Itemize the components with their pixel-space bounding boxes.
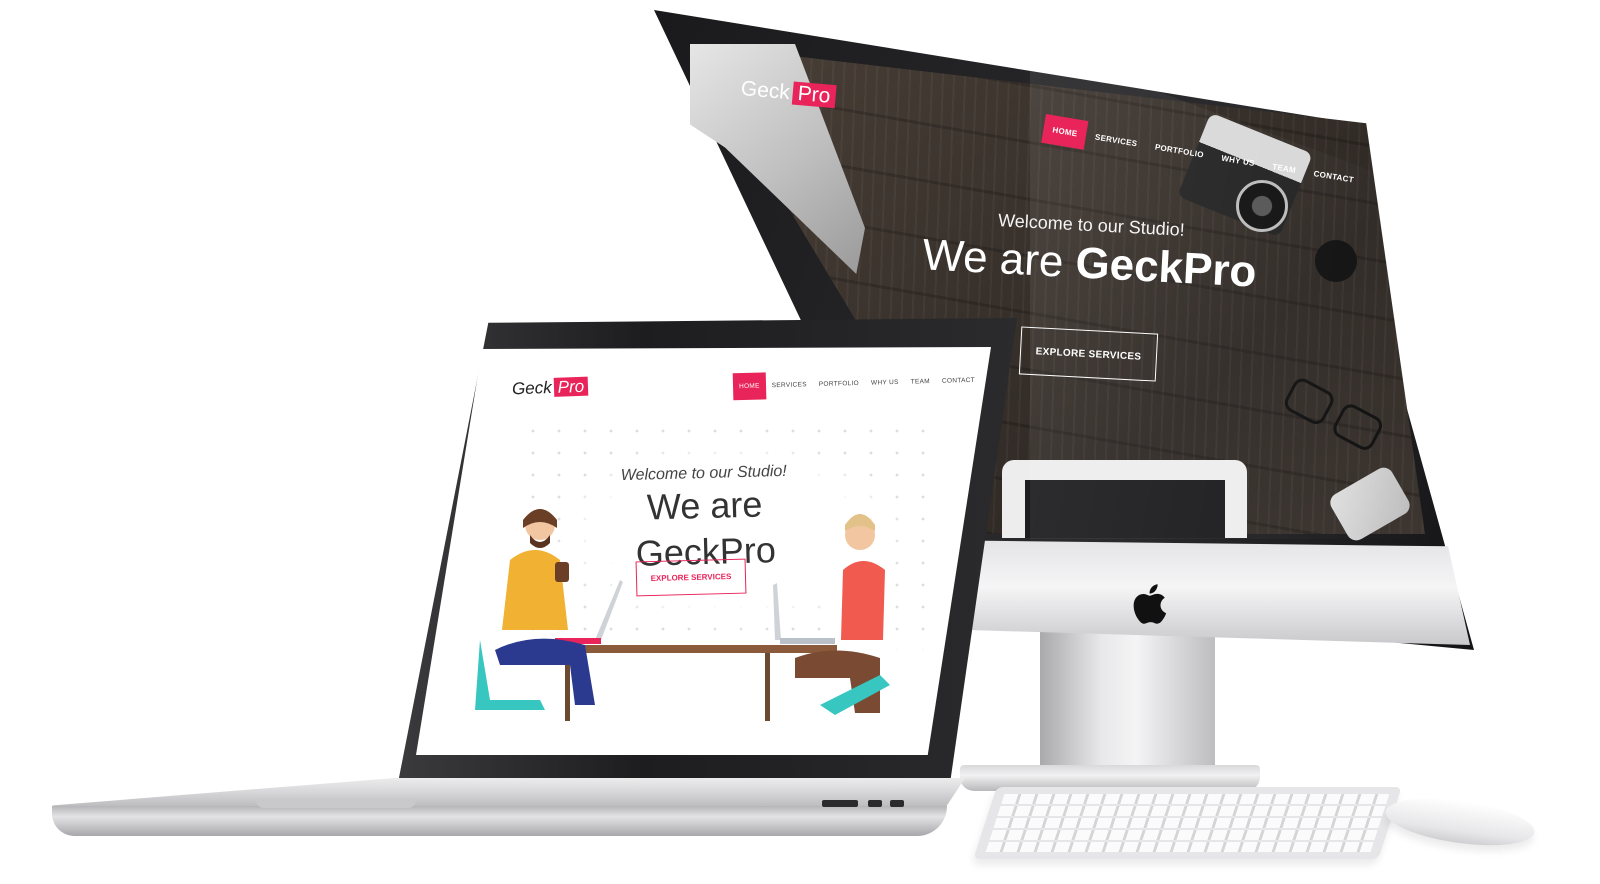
macbook-nav-contact[interactable]: CONTACT — [936, 377, 981, 385]
thunderbolt-port — [868, 800, 882, 807]
sd-card-slot — [822, 800, 858, 807]
imac-nav-services[interactable]: SERVICES — [1085, 131, 1146, 150]
macbook-logo-pro: Pro — [553, 376, 589, 397]
macbook-base-bottom — [52, 806, 947, 836]
right-person-shirt — [841, 561, 885, 640]
imac-nav-team[interactable]: TEAM — [1263, 161, 1306, 177]
desk-top — [547, 645, 837, 653]
macbook-nav-why-us[interactable]: WHY US — [865, 379, 905, 387]
imac-nav-contact[interactable]: CONTACT — [1304, 168, 1363, 187]
mouse — [1382, 790, 1538, 854]
macbook-site-logo[interactable]: Geck Pro — [511, 376, 589, 400]
desk-leg-right — [765, 653, 770, 721]
macbook-logo-geck: Geck — [511, 377, 553, 399]
imac-hero-title-bold: GeckPro — [1074, 238, 1258, 297]
imac-chin — [922, 540, 1470, 645]
keyboard — [973, 787, 1402, 859]
macbook-nav-home[interactable]: HOME — [732, 372, 767, 401]
imac-logo-geck: Geck — [739, 77, 791, 105]
apple-logo-icon — [1133, 584, 1167, 624]
imac-logo-pro: Pro — [791, 81, 837, 109]
imac-explore-services-button[interactable]: EXPLORE SERVICES — [1018, 326, 1159, 382]
macbook-nav-portfolio[interactable]: PORTFOLIO — [813, 380, 865, 388]
left-laptop — [595, 580, 623, 640]
imac-nav-portfolio[interactable]: PORTFOLIO — [1145, 141, 1213, 161]
imac-nav-why-us[interactable]: WHY US — [1212, 152, 1264, 169]
usb-port — [890, 800, 904, 807]
coffee-cup — [555, 562, 569, 582]
right-laptop-base — [780, 638, 835, 644]
right-laptop — [773, 583, 781, 640]
macbook-hero-illustration — [475, 509, 890, 721]
macbook-nav-services[interactable]: SERVICES — [766, 381, 813, 389]
imac-hero-title-light: We are — [921, 230, 1065, 287]
left-person-pants — [495, 638, 595, 705]
macbook-nav-team[interactable]: TEAM — [905, 378, 936, 386]
macbook-trackpad-notch — [256, 798, 416, 808]
